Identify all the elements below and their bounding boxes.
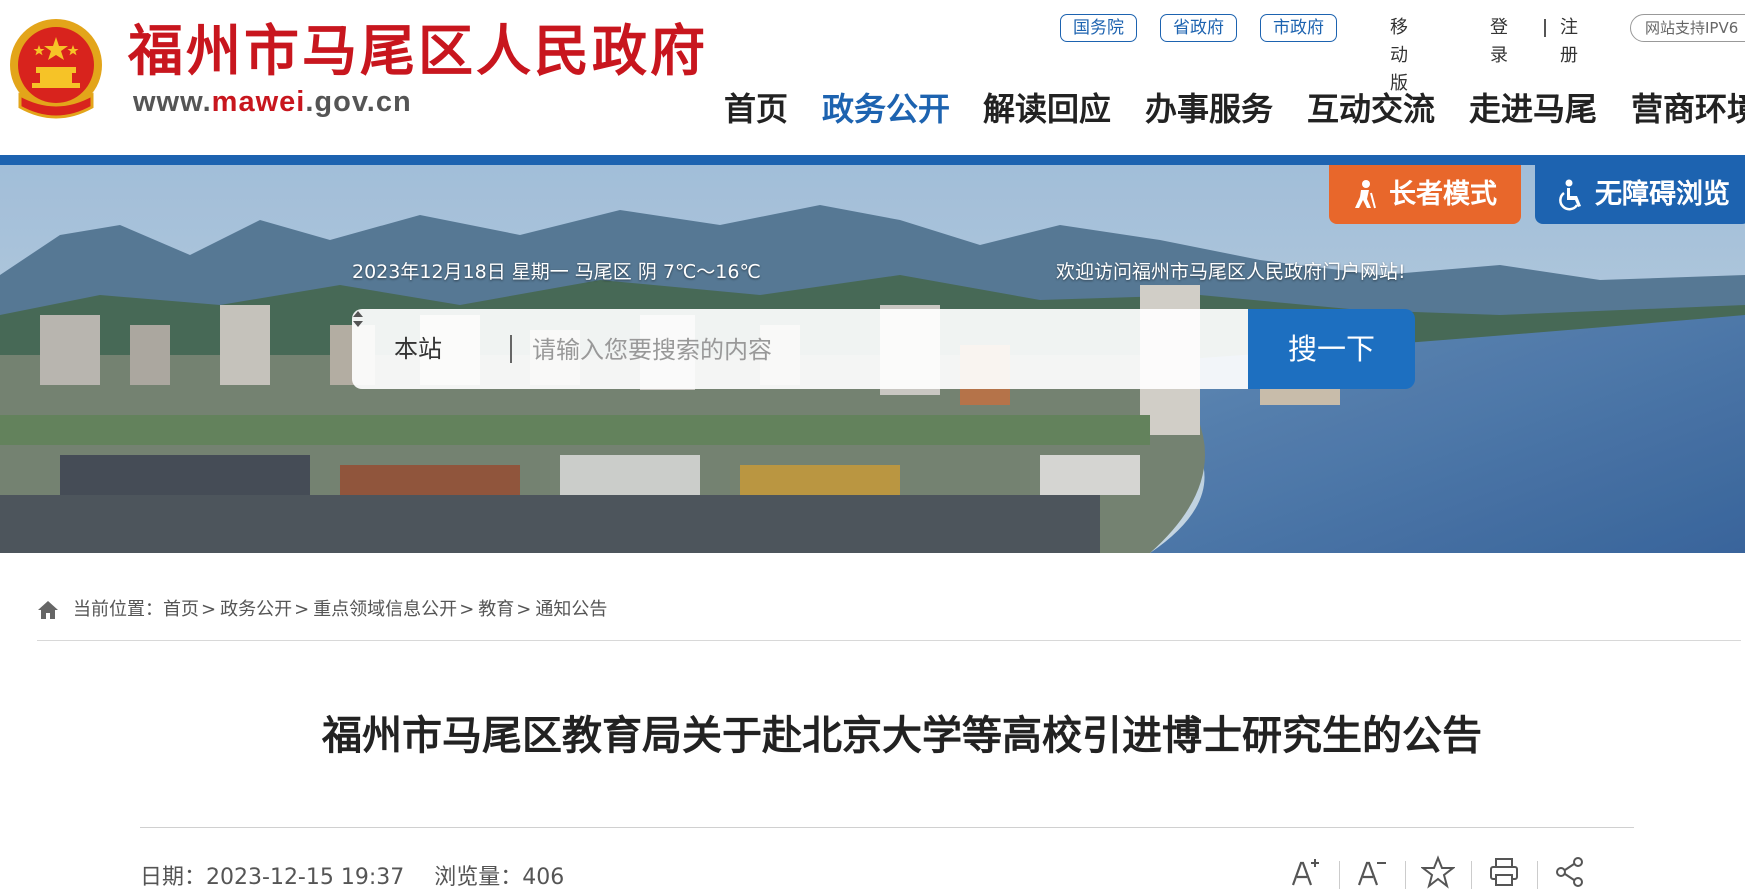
nav-gov-affairs[interactable]: 政务公开 bbox=[822, 84, 950, 134]
breadcrumb-separator: > bbox=[459, 599, 475, 620]
publish-date: 2023-12-15 19:37 bbox=[206, 865, 405, 890]
nav-business-env[interactable]: 营商环境 bbox=[1631, 84, 1745, 134]
ipv6-badge: 网站支持IPV6 bbox=[1630, 14, 1745, 42]
url-suffix: .gov.cn bbox=[305, 86, 412, 118]
date-label: 日期： bbox=[140, 865, 207, 890]
breadcrumb-key-areas[interactable]: 重点领域信息公开 bbox=[313, 599, 457, 620]
search-box: 本站 bbox=[352, 309, 1248, 389]
tool-separator bbox=[1405, 861, 1406, 889]
tool-separator bbox=[1339, 861, 1340, 889]
elderly-person-icon bbox=[1355, 180, 1376, 209]
breadcrumb-notices[interactable]: 通知公告 bbox=[535, 599, 607, 620]
article-panel: 当前位置：首页 > 政务公开 > 重点领域信息公开 > 教育 > 通知公告 福州市马尾区教育局关… bbox=[7, 553, 1745, 893]
breadcrumb-trail: 当前位置：首页 > 政务公开 > 重点领域信息公开 > 教育 > 通知公告 bbox=[73, 595, 607, 625]
register-link[interactable]: 注册 bbox=[1560, 14, 1578, 70]
breadcrumb-education[interactable]: 教育 bbox=[478, 599, 514, 620]
login-link[interactable]: 登录 bbox=[1490, 14, 1508, 70]
hero-banner: 长者模式 无障碍浏览 2023年12月18日 星期一 马尾区 阴 7℃～16℃ … bbox=[0, 165, 1745, 553]
search-input[interactable] bbox=[530, 324, 1214, 376]
font-increase-icon[interactable] bbox=[1289, 855, 1323, 889]
search-divider bbox=[510, 335, 512, 363]
elder-mode-label: 长者模式 bbox=[1389, 179, 1497, 210]
province-link[interactable]: 省政府 bbox=[1160, 14, 1237, 42]
article-title: 福州市马尾区教育局关于赴北京大学等高校引进博士研究生的公告 bbox=[322, 713, 1482, 759]
site-title[interactable]: 福州市马尾区人民政府 bbox=[128, 18, 708, 84]
url-prefix: www. bbox=[133, 86, 212, 118]
wheelchair-icon bbox=[1559, 179, 1581, 211]
breadcrumb-prefix: 当前位置： bbox=[73, 599, 163, 620]
tool-separator bbox=[1471, 861, 1472, 889]
tool-separator bbox=[1537, 861, 1538, 889]
nav-home[interactable]: 首页 bbox=[724, 84, 788, 134]
elder-mode-button[interactable]: 长者模式 bbox=[1329, 165, 1521, 224]
breadcrumb-separator: > bbox=[201, 599, 217, 620]
nav-services[interactable]: 办事服务 bbox=[1145, 84, 1273, 134]
national-emblem-icon[interactable] bbox=[6, 15, 106, 123]
search-button[interactable]: 搜一下 bbox=[1248, 309, 1415, 389]
url-accent: mawei bbox=[211, 86, 306, 118]
welcome-text: 欢迎访问福州市马尾区人民政府门户网站! bbox=[1056, 261, 1406, 283]
home-icon bbox=[38, 601, 58, 619]
site-header: 福州市马尾区人民政府 www.mawei.gov.cn 国务院 省政府 市政府 … bbox=[0, 0, 1745, 155]
nav-interaction[interactable]: 互动交流 bbox=[1307, 84, 1435, 134]
sort-arrows-icon[interactable] bbox=[352, 309, 364, 329]
city-link[interactable]: 市政府 bbox=[1260, 14, 1337, 42]
search-scope-select[interactable]: 本站 bbox=[394, 309, 442, 389]
font-decrease-icon[interactable] bbox=[1355, 855, 1389, 889]
breadcrumb-separator: > bbox=[516, 599, 532, 620]
site-url: www.mawei.gov.cn bbox=[133, 86, 412, 119]
meta-divider bbox=[140, 827, 1634, 828]
accessible-browse-button[interactable]: 无障碍浏览 bbox=[1535, 165, 1745, 224]
breadcrumb-separator: > bbox=[294, 599, 310, 620]
share-icon[interactable] bbox=[1553, 855, 1587, 889]
date-weather-text: 2023年12月18日 星期一 马尾区 阴 7℃～16℃ bbox=[352, 261, 761, 283]
login-register-divider bbox=[1544, 19, 1546, 37]
accessible-browse-label: 无障碍浏览 bbox=[1595, 179, 1730, 210]
breadcrumb-home[interactable]: 首页 bbox=[163, 599, 199, 620]
star-icon[interactable] bbox=[1421, 855, 1455, 889]
breadcrumb-gov-affairs[interactable]: 政务公开 bbox=[220, 599, 292, 620]
views-label: 浏览量： bbox=[434, 865, 523, 890]
nav-about-mawei[interactable]: 走进马尾 bbox=[1469, 84, 1597, 134]
header-divider-bar bbox=[0, 155, 1745, 165]
nav-interpretation[interactable]: 解读回应 bbox=[983, 84, 1111, 134]
view-count: 406 bbox=[522, 865, 565, 890]
state-council-link[interactable]: 国务院 bbox=[1060, 14, 1137, 42]
breadcrumb-divider bbox=[37, 640, 1741, 641]
print-icon[interactable] bbox=[1487, 855, 1521, 889]
article-meta: 日期：2023-12-15 19:37 浏览量：406 bbox=[140, 859, 564, 891]
